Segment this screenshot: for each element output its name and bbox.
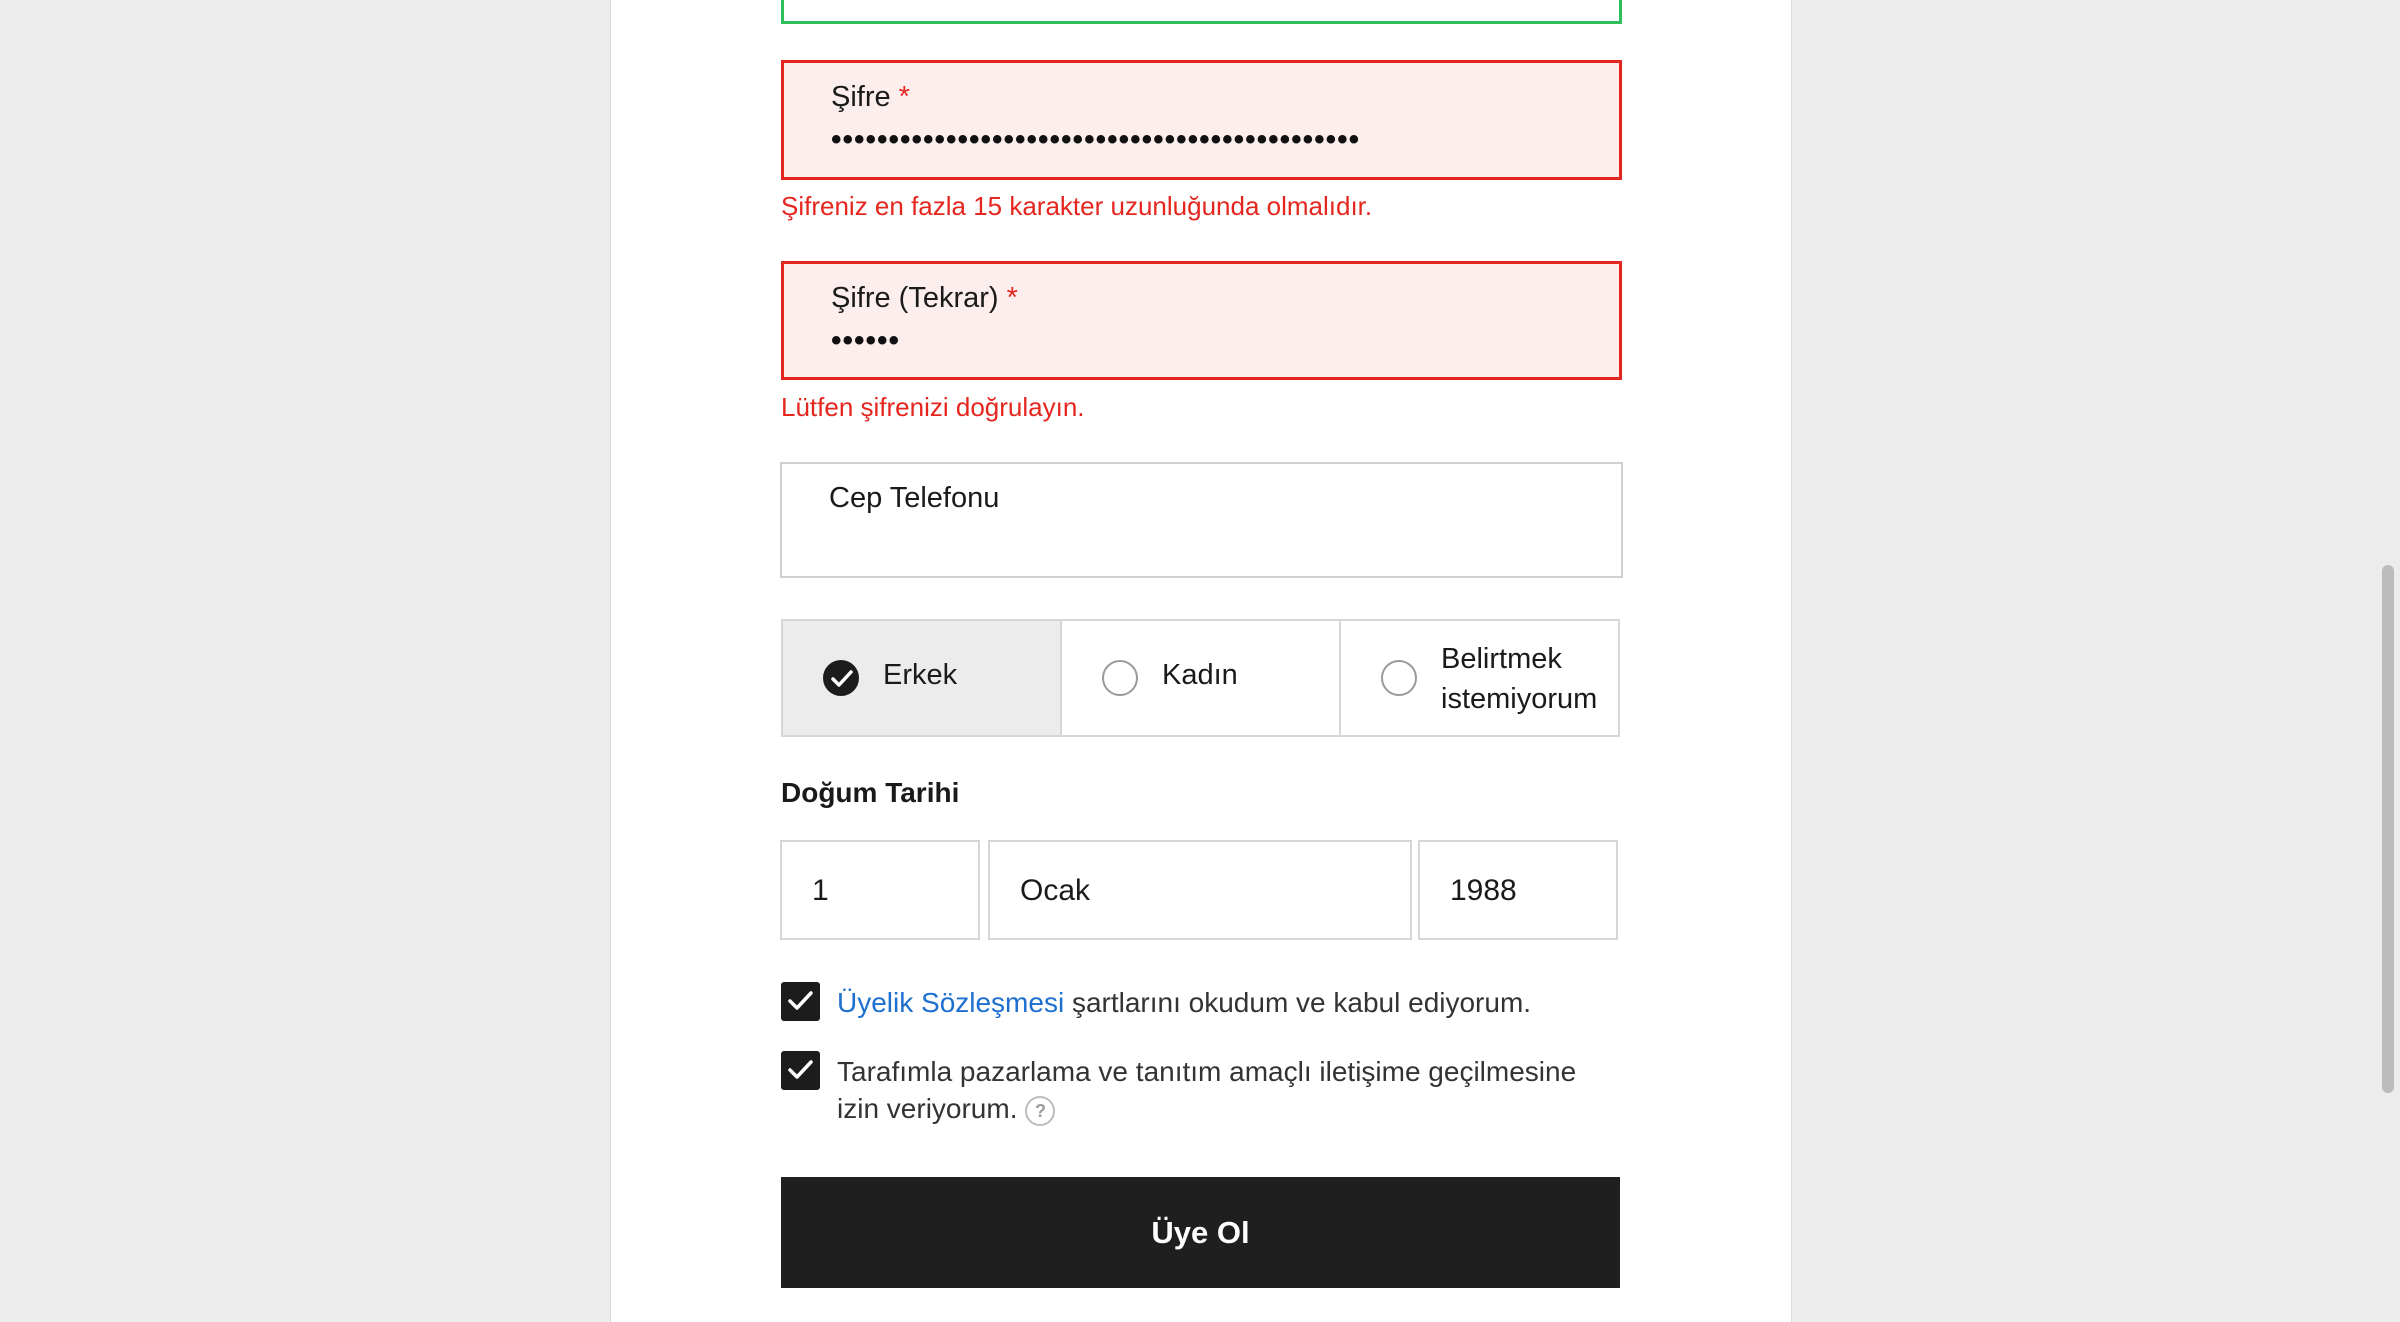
birth-year-value: 1988 bbox=[1450, 874, 1517, 907]
checkmark-icon bbox=[788, 991, 813, 1010]
gender-label-male: Erkek bbox=[883, 659, 958, 691]
register-button[interactable]: Üye Ol bbox=[781, 1177, 1620, 1288]
gender-option-female[interactable]: Kadın bbox=[1062, 621, 1341, 735]
password-repeat-input[interactable]: •••••• bbox=[831, 324, 900, 358]
marketing-text: Tarafımla pazarlama ve tanıtım amaçlı il… bbox=[837, 1056, 1577, 1126]
birth-year-select[interactable]: 1988 bbox=[1418, 840, 1618, 940]
agreement-checkbox[interactable] bbox=[781, 982, 820, 1021]
phone-label: Cep Telefonu bbox=[829, 482, 1000, 514]
gender-label-female: Kadın bbox=[1162, 659, 1238, 691]
help-icon[interactable]: ? bbox=[1025, 1095, 1056, 1126]
birth-month-value: Ocak bbox=[1020, 874, 1091, 907]
checkmark-icon bbox=[788, 1060, 813, 1079]
agreement-text: Üyelik Sözleşmesi şartlarını okudum ve k… bbox=[837, 987, 1532, 1018]
password-error: Şifreniz en fazla 15 karakter uzunluğund… bbox=[781, 191, 1373, 221]
password-input[interactable]: ••••••••••••••••••••••••••••••••••••••••… bbox=[831, 123, 1360, 157]
marketing-checkbox[interactable] bbox=[781, 1051, 820, 1090]
password-repeat-field[interactable]: Şifre (Tekrar) * •••••• bbox=[781, 261, 1622, 380]
radio-checked-icon[interactable] bbox=[823, 660, 859, 696]
gender-selector: Erkek Kadın Belirtmek istemiyorum bbox=[781, 619, 1620, 737]
birth-day-select[interactable]: 1 bbox=[780, 840, 980, 940]
password-label: Şifre * bbox=[831, 81, 910, 113]
password-field[interactable]: Şifre * •••••••••••••••••••••••••••••••••… bbox=[781, 60, 1622, 180]
previous-field-valid[interactable] bbox=[781, 0, 1622, 24]
phone-field[interactable]: Cep Telefonu bbox=[780, 462, 1623, 578]
gender-option-male[interactable]: Erkek bbox=[783, 621, 1062, 735]
password-repeat-error: Lütfen şifrenizi doğrulayın. bbox=[781, 392, 1085, 422]
birth-day-value: 1 bbox=[812, 874, 829, 907]
birth-month-select[interactable]: Ocak bbox=[988, 840, 1412, 940]
agreement-link[interactable]: Üyelik Sözleşmesi bbox=[837, 987, 1064, 1018]
required-mark: * bbox=[898, 81, 910, 113]
password-repeat-label: Şifre (Tekrar) * bbox=[831, 282, 1018, 314]
gender-option-unspecified[interactable]: Belirtmek istemiyorum bbox=[1341, 621, 1618, 735]
birth-date-title: Doğum Tarihi bbox=[781, 777, 960, 808]
radio-unchecked-icon[interactable] bbox=[1102, 660, 1138, 696]
required-mark: * bbox=[1006, 282, 1018, 314]
radio-unchecked-icon[interactable] bbox=[1381, 660, 1417, 696]
gender-label-unspecified: Belirtmek istemiyorum bbox=[1441, 643, 1598, 715]
scrollbar-thumb[interactable] bbox=[2382, 565, 2394, 1093]
